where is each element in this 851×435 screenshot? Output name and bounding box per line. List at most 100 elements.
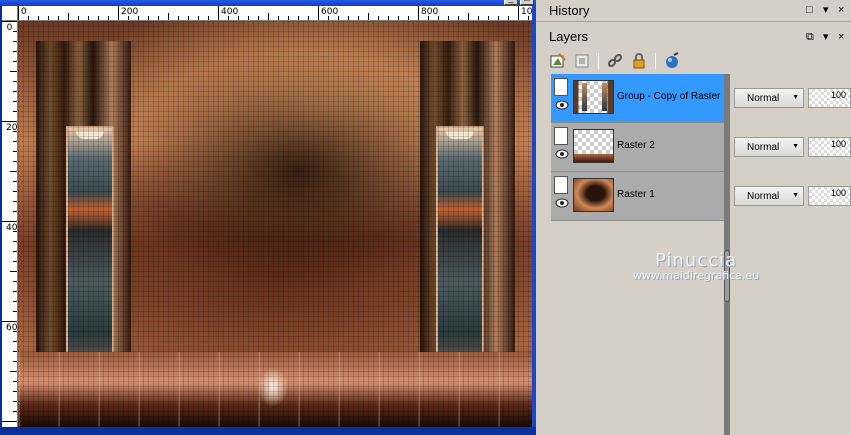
ruler-tick xyxy=(378,16,379,20)
history-close-button[interactable]: × xyxy=(838,4,844,16)
layer-thumbnail xyxy=(573,129,614,163)
ruler-tick xyxy=(358,16,359,20)
floor-glow xyxy=(258,367,288,407)
canvas-bottom-border xyxy=(0,427,536,435)
opacity-value: 100 xyxy=(830,188,846,198)
eye-icon[interactable] xyxy=(554,98,570,112)
ruler-tick xyxy=(408,16,409,20)
chevron-down-icon: ▼ xyxy=(792,94,799,101)
layers-menu-button[interactable]: ▾ xyxy=(823,31,829,43)
ruler-tick xyxy=(13,341,17,342)
ruler-tick xyxy=(498,16,499,20)
ruler-tick xyxy=(248,16,249,20)
ruler-tick xyxy=(188,16,189,20)
opacity-slider[interactable]: 100 xyxy=(808,88,851,108)
ruler-tick xyxy=(328,16,329,20)
eye-icon[interactable] xyxy=(554,196,570,210)
lock-icon[interactable] xyxy=(629,51,649,71)
new-layer-icon[interactable] xyxy=(548,51,568,71)
ruler-tick xyxy=(13,401,17,402)
layer-icons xyxy=(554,127,570,161)
ruler-tick xyxy=(13,111,17,112)
history-restore-button[interactable]: □ xyxy=(806,4,813,16)
opacity-value: 100 xyxy=(830,90,846,100)
ruler-tick xyxy=(288,16,289,20)
layer-row-raster-2[interactable]: Raster 2 xyxy=(551,123,724,172)
ruler-tick xyxy=(13,31,17,32)
layer-type-icon xyxy=(554,78,568,96)
ruler-tick xyxy=(2,121,17,122)
blend-mode-value: Normal xyxy=(747,93,780,104)
ruler-corner xyxy=(2,6,18,21)
layer-name[interactable]: Raster 1 xyxy=(617,189,655,200)
horizontal-ruler[interactable]: 0 200 400 600 800 100 xyxy=(18,6,532,21)
blend-mode-value: Normal xyxy=(747,191,780,202)
history-palette-header[interactable]: History □ ▾ × xyxy=(536,0,851,22)
ruler-tick xyxy=(10,171,17,172)
ruler-tick xyxy=(13,211,17,212)
ruler-label: 400 xyxy=(6,223,18,233)
layer-name[interactable]: Raster 2 xyxy=(617,140,655,151)
layer-row-raster-1[interactable]: Raster 1 xyxy=(551,172,724,221)
ruler-tick xyxy=(13,241,17,242)
watermark: Pinuccia www.maidiregrafica.eu xyxy=(626,250,766,282)
maximize-button[interactable]: □ xyxy=(520,0,534,5)
ruler-tick xyxy=(13,331,17,332)
layer-row-group-copy[interactable]: Group - Copy of Raster 1 xyxy=(551,74,729,123)
left-picture-panel xyxy=(66,126,114,386)
ruler-tick xyxy=(448,16,449,20)
image-window: _ □ 0 200 400 600 800 100 0 200 400 600 xyxy=(0,0,536,435)
layers-close-button[interactable]: × xyxy=(838,31,844,43)
opacity-slider[interactable]: 100 xyxy=(808,186,851,206)
left-pillar xyxy=(36,41,131,396)
layer-name[interactable]: Group - Copy of Raster 1 xyxy=(617,91,729,102)
opacity-value: 100 xyxy=(830,139,846,149)
ruler-tick xyxy=(13,161,17,162)
blend-mode-select[interactable]: Normal ▼ xyxy=(734,186,804,206)
ruler-tick xyxy=(268,13,269,20)
ruler-tick xyxy=(13,301,17,302)
palettes-panel: History □ ▾ × Layers ⧉ ▾ × Group - Copy … xyxy=(536,0,851,435)
image-canvas[interactable] xyxy=(18,21,532,427)
vertical-ruler[interactable]: 0 200 400 600 xyxy=(2,21,18,427)
layers-toolbar xyxy=(548,50,682,72)
ruler-tick xyxy=(88,16,89,20)
ruler-label: 200 xyxy=(6,123,18,133)
blend-mode-select[interactable]: Normal ▼ xyxy=(734,88,804,108)
layer-icons xyxy=(554,176,570,210)
ruler-tick xyxy=(10,71,17,72)
ruler-tick xyxy=(13,411,17,412)
ruler-label: 0 xyxy=(21,7,27,17)
ruler-tick xyxy=(13,361,17,362)
layer-thumbnail xyxy=(573,80,614,114)
ruler-tick xyxy=(13,131,17,132)
link-icon[interactable] xyxy=(605,51,625,71)
ruler-tick xyxy=(13,81,17,82)
layers-float-button[interactable]: ⧉ xyxy=(806,31,814,43)
layer-type-icon xyxy=(554,176,568,194)
ruler-tick xyxy=(2,221,17,222)
ruler-tick xyxy=(13,191,17,192)
ruler-tick xyxy=(78,16,79,20)
blend-mode-select[interactable]: Normal ▼ xyxy=(734,137,804,157)
ruler-tick xyxy=(2,321,17,322)
opacity-slider[interactable]: 100 xyxy=(808,137,851,157)
ruler-tick xyxy=(348,16,349,20)
ruler-tick xyxy=(98,16,99,20)
ruler-tick xyxy=(238,16,239,20)
ruler-tick xyxy=(338,16,339,20)
minimize-button[interactable]: _ xyxy=(504,0,518,5)
history-menu-button[interactable]: ▾ xyxy=(823,4,829,16)
toolbar-divider xyxy=(598,53,599,69)
layer-effects-icon[interactable] xyxy=(662,51,682,71)
ruler-tick xyxy=(438,16,439,20)
ruler-tick xyxy=(518,6,519,20)
ruler-tick xyxy=(13,291,17,292)
ruler-tick xyxy=(178,16,179,20)
ruler-tick xyxy=(13,91,17,92)
ruler-tick xyxy=(13,151,17,152)
layer-mask-icon[interactable] xyxy=(572,51,592,71)
ruler-tick xyxy=(13,41,17,42)
layers-palette-header[interactable]: Layers ⧉ ▾ × xyxy=(536,27,851,47)
eye-icon[interactable] xyxy=(554,147,570,161)
